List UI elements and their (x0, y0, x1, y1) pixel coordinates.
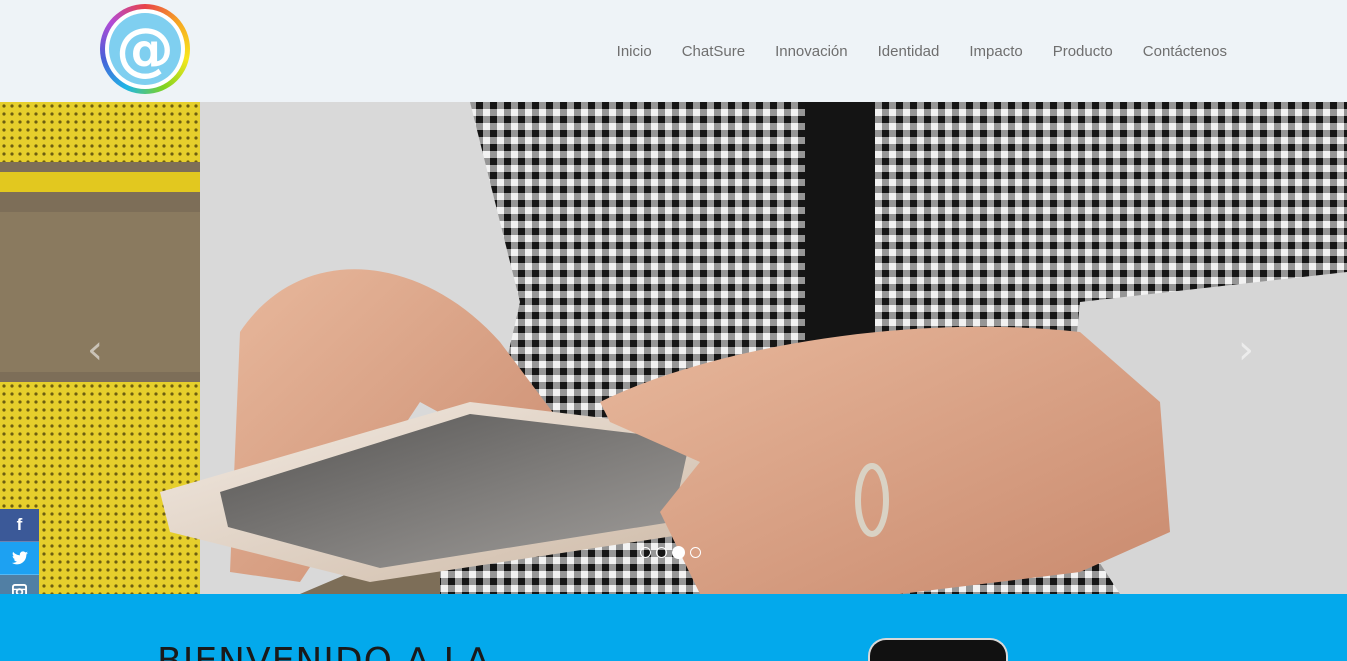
hero-slide-image (0, 102, 1347, 594)
facebook-icon: f (16, 515, 23, 534)
welcome-section: BIENVENIDO A LA (0, 594, 1347, 661)
nav-item-innovacion[interactable]: Innovación (760, 43, 863, 60)
main-nav: Inicio ChatSure Innovación Identidad Imp… (602, 0, 1242, 102)
phone-mockup (868, 638, 1008, 661)
welcome-title: BIENVENIDO A LA (157, 644, 491, 661)
facebook-button[interactable]: f (0, 509, 39, 542)
carousel-indicator-1[interactable] (640, 547, 651, 558)
hero-carousel: ‹ › (0, 102, 1347, 594)
site-logo[interactable]: @ (100, 4, 190, 94)
carousel-indicator-3[interactable] (672, 546, 685, 559)
carousel-indicators (640, 546, 701, 559)
at-sign-icon: @ (109, 13, 181, 85)
nav-item-inicio[interactable]: Inicio (602, 43, 667, 60)
carousel-prev-button[interactable]: ‹ (75, 327, 115, 373)
carousel-indicator-2[interactable] (656, 547, 667, 558)
nav-item-identidad[interactable]: Identidad (863, 43, 955, 60)
twitter-button[interactable] (0, 542, 39, 575)
carousel-indicator-4[interactable] (690, 547, 701, 558)
site-header: @ Inicio ChatSure Innovación Identidad I… (0, 0, 1347, 102)
page: @ Inicio ChatSure Innovación Identidad I… (0, 0, 1347, 661)
carousel-next-button[interactable]: › (1226, 327, 1266, 373)
twitter-icon (11, 551, 28, 565)
nav-item-impacto[interactable]: Impacto (954, 43, 1037, 60)
logo-ring: @ (105, 9, 185, 89)
nav-item-contactenos[interactable]: Contáctenos (1128, 43, 1242, 60)
nav-item-producto[interactable]: Producto (1038, 43, 1128, 60)
nav-item-chatsure[interactable]: ChatSure (667, 43, 760, 60)
